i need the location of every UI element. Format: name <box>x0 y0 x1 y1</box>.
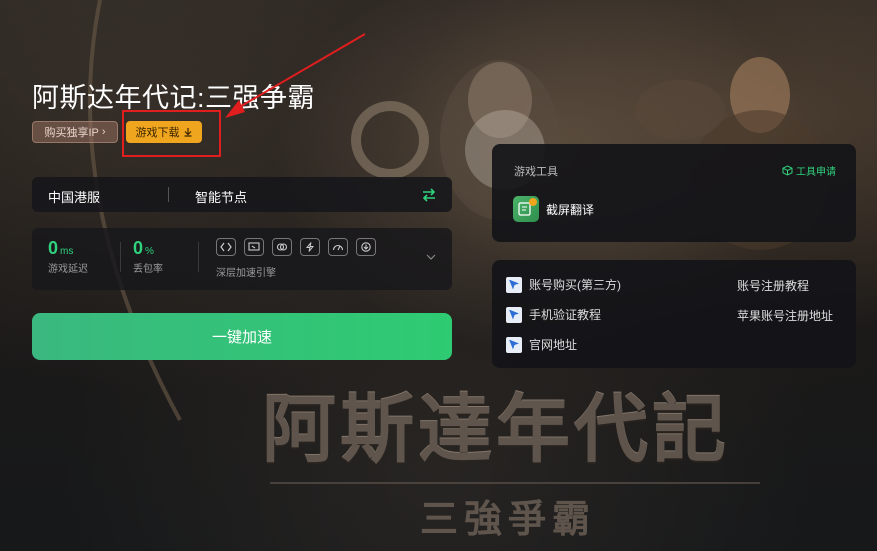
link-phone-verification[interactable]: 手机验证教程 <box>506 306 601 323</box>
server-selector[interactable]: 中国港服 智能节点 <box>32 177 452 212</box>
route-icon[interactable] <box>216 238 236 256</box>
engine-icons <box>216 238 376 256</box>
background-logo-subtitle: 三強爭霸 <box>420 496 597 541</box>
link-apple-account-register[interactable]: 苹果账号注册地址 <box>737 307 833 324</box>
server-divider <box>168 187 169 202</box>
latency-label: 游戏延迟 <box>48 264 88 275</box>
packet-loss-unit: % <box>145 246 154 257</box>
buy-dedicated-ip-button[interactable]: 购买独享IP › <box>32 121 118 143</box>
screenshot-translate-icon <box>513 196 539 222</box>
tool-apply-label: 工具申请 <box>796 167 836 178</box>
link-label: 手机验证教程 <box>529 308 602 322</box>
tools-title: 游戏工具 <box>514 166 558 178</box>
cube-icon <box>782 165 793 176</box>
server-node[interactable]: 智能节点 <box>195 187 247 206</box>
link-label: 账号购买(第三方) <box>529 278 621 292</box>
background-logo-divider <box>270 482 760 484</box>
latency-stat: 0 ms 游戏延迟 <box>48 238 88 275</box>
link-label: 官网地址 <box>529 338 578 352</box>
latency-unit: ms <box>60 246 74 257</box>
speed-icon[interactable] <box>328 238 348 256</box>
chevron-right-icon: › <box>101 126 106 138</box>
link-official-site[interactable]: 官网地址 <box>506 336 577 353</box>
latency-value: 0 <box>48 238 59 258</box>
tool-apply-link[interactable]: 工具申请 <box>782 163 836 178</box>
screen-icon[interactable] <box>244 238 264 256</box>
download-icon[interactable] <box>356 238 376 256</box>
stats-panel: 0 ms 游戏延迟 0% 丢包率 深层加速引擎 <box>32 228 452 290</box>
link-account-register-guide[interactable]: 账号注册教程 <box>737 277 809 294</box>
annotation-arrow <box>225 33 366 118</box>
packet-loss-label: 丢包率 <box>133 264 163 275</box>
packet-loss-value: 0 <box>133 238 144 258</box>
chevron-down-icon[interactable] <box>425 253 437 261</box>
game-links-panel: 账号购买(第三方) 手机验证教程 官网地址 账号注册教程 苹果账号注册地址 <box>492 260 856 368</box>
tool-label: 截屏翻译 <box>546 202 595 217</box>
link-account-purchase[interactable]: 账号购买(第三方) <box>506 276 621 293</box>
bolt-icon[interactable] <box>300 238 320 256</box>
server-region[interactable]: 中国港服 <box>48 187 100 206</box>
engine-label: 深层加速引擎 <box>216 268 276 279</box>
stat-divider <box>198 242 199 272</box>
game-tools-panel: 游戏工具 工具申请 截屏翻译 <box>492 144 856 242</box>
tool-item-screenshot-translate[interactable]: 截屏翻译 <box>513 196 594 222</box>
buy-ip-label: 购买独享IP <box>44 127 99 139</box>
link-icon[interactable] <box>272 238 292 256</box>
swap-icon[interactable] <box>420 186 438 204</box>
external-link-icon <box>506 276 522 293</box>
stat-divider <box>120 242 121 272</box>
one-click-accelerate-button[interactable]: 一键加速 <box>32 313 452 360</box>
external-link-icon <box>506 336 522 353</box>
external-link-icon <box>506 306 522 323</box>
background-logo-title: 阿斯達年代記 <box>262 387 730 473</box>
packet-loss-stat: 0% 丢包率 <box>133 238 163 275</box>
